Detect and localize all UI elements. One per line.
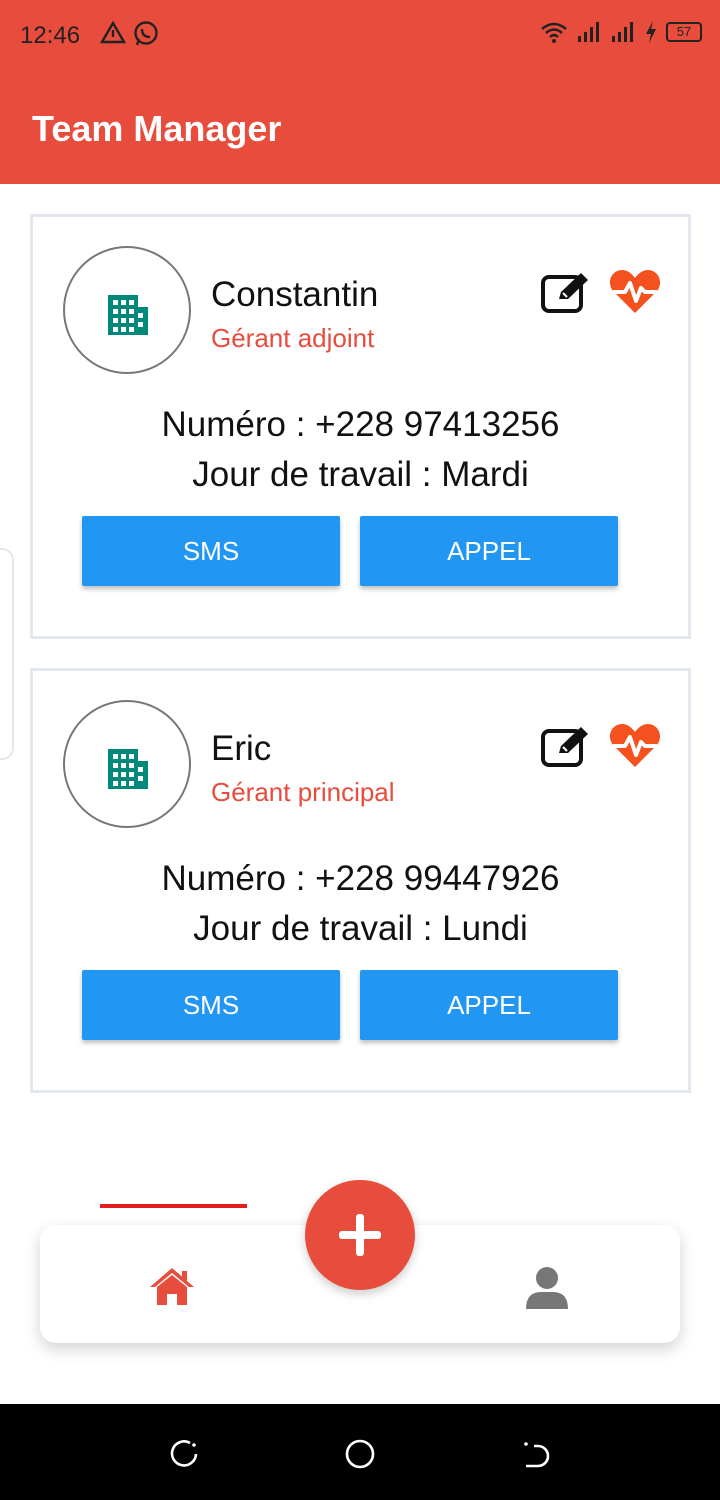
profile-icon[interactable]: [524, 1265, 570, 1311]
side-drawer-handle[interactable]: [0, 548, 14, 760]
whatsapp-icon: [134, 21, 158, 46]
avatar: [63, 246, 191, 374]
edit-icon[interactable]: [541, 725, 591, 767]
signal-icon: [612, 22, 633, 42]
member-workday: Jour de travail : Mardi: [192, 455, 529, 494]
signal-icon: [578, 22, 599, 42]
add-icon: [339, 1214, 381, 1256]
wifi-icon: [541, 22, 567, 43]
building-icon: [108, 295, 148, 335]
status-bar: 12:46 57: [0, 0, 720, 72]
member-card: Eric Gérant principal Numéro : +228 9944…: [30, 668, 691, 1093]
back-icon[interactable]: [520, 1438, 552, 1470]
building-icon: [108, 749, 148, 789]
charging-icon: [646, 21, 656, 43]
member-phone: Numéro : +228 99447926: [161, 859, 560, 898]
sms-button[interactable]: SMS: [82, 970, 340, 1040]
call-button[interactable]: APPEL: [360, 970, 618, 1040]
member-phone: Numéro : +228 97413256: [161, 405, 560, 444]
system-nav-bar: [0, 1404, 720, 1500]
status-time: 12:46: [20, 22, 81, 49]
alert-triangle-icon: [100, 20, 126, 44]
heartbeat-icon[interactable]: [609, 723, 661, 769]
status-system-icons: 57: [540, 20, 702, 44]
edit-icon[interactable]: [541, 271, 591, 313]
avatar: [63, 700, 191, 828]
status-notification-icons: [100, 20, 160, 48]
member-role: Gérant principal: [211, 777, 395, 807]
recents-icon[interactable]: [168, 1438, 200, 1470]
active-tab-indicator: [100, 1204, 247, 1208]
battery-icon: 57: [666, 22, 702, 42]
sms-button[interactable]: SMS: [82, 516, 340, 586]
add-button[interactable]: [305, 1180, 415, 1290]
heartbeat-icon[interactable]: [609, 269, 661, 315]
member-workday: Jour de travail : Lundi: [193, 909, 528, 948]
member-card: Constantin Gérant adjoint Numéro : +228 …: [30, 214, 691, 639]
call-button[interactable]: APPEL: [360, 516, 618, 586]
app-bar: Team Manager: [0, 72, 720, 184]
page-title: Team Manager: [32, 108, 282, 149]
home-nav-icon[interactable]: [344, 1438, 376, 1470]
member-role: Gérant adjoint: [211, 323, 375, 353]
member-name: Constantin: [211, 275, 379, 314]
home-icon[interactable]: [148, 1265, 196, 1307]
member-name: Eric: [211, 729, 272, 768]
